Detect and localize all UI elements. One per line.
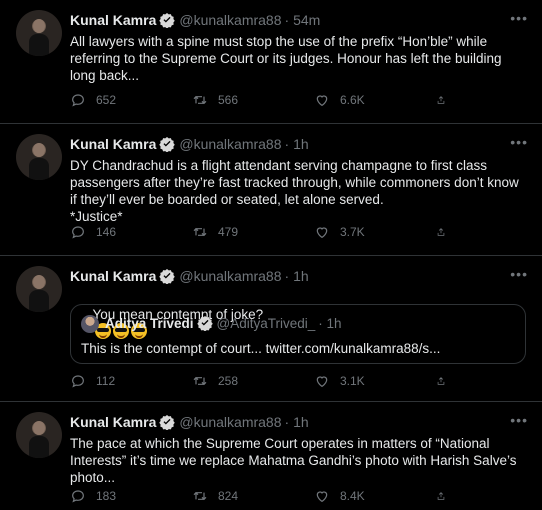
- verified-icon: [159, 268, 176, 284]
- tweet-card[interactable]: Kunal Kamra @kunalkamra88 · 1h ••• DY Ch…: [0, 124, 542, 256]
- retweet-button[interactable]: 824: [192, 488, 314, 504]
- tweet-text: DY Chandrachud is a flight attendant ser…: [70, 158, 519, 224]
- author-handle[interactable]: @kunalkamra88: [179, 414, 281, 430]
- comment-icon: [72, 94, 84, 107]
- retweet-button[interactable]: 479: [192, 224, 314, 240]
- reply-count: 112: [96, 374, 116, 388]
- tweet-time[interactable]: · 54m: [285, 12, 321, 28]
- more-icon[interactable]: •••: [510, 134, 528, 150]
- tweet-time[interactable]: · 1h: [285, 136, 309, 152]
- reply-count: 652: [96, 93, 117, 107]
- more-icon[interactable]: •••: [510, 412, 528, 428]
- share-icon: [437, 492, 445, 500]
- author-name[interactable]: Kunal Kamra: [70, 12, 156, 28]
- share-icon: [437, 228, 445, 236]
- tweet-card[interactable]: Kunal Kamra @kunalkamra88 · 54m ••• All …: [0, 0, 542, 124]
- comment-icon: [72, 490, 84, 503]
- comment-icon: [72, 375, 84, 388]
- reply-count: 146: [96, 225, 117, 239]
- retweet-icon: [193, 376, 207, 386]
- tweet-text: All lawyers with a spine must stop the u…: [70, 34, 502, 83]
- like-icon: [316, 95, 328, 107]
- author-handle[interactable]: @kunalkamra88: [179, 268, 281, 284]
- like-count: 8.4K: [340, 489, 365, 503]
- verified-icon: [159, 136, 176, 152]
- tweet-header: Kunal Kamra @kunalkamra88 · 1h: [70, 268, 309, 284]
- tweet-card[interactable]: Kunal Kamra @kunalkamra88 · 1h ••• You m…: [0, 256, 542, 402]
- like-button[interactable]: 8.4K: [314, 488, 436, 504]
- tweet-actions: 183 824 8.4K: [70, 488, 456, 504]
- tweet-header: Kunal Kamra @kunalkamra88 · 54m: [70, 12, 320, 28]
- tweet-actions: 652 566 6.6K: [70, 92, 456, 108]
- like-count: 3.1K: [340, 374, 365, 388]
- tweet-actions: 112 258 3.1K: [70, 373, 456, 389]
- verified-icon: [159, 12, 176, 28]
- author-handle[interactable]: @kunalkamra88: [179, 136, 281, 152]
- retweet-icon: [193, 227, 207, 237]
- tweet-header: Kunal Kamra @kunalkamra88 · 1h: [70, 136, 309, 152]
- retweet-button[interactable]: 566: [192, 92, 314, 108]
- quoted-time: · 1h: [318, 315, 342, 331]
- quoted-author-name: Aditya Trivedi: [105, 315, 194, 331]
- retweet-count: 258: [218, 374, 239, 388]
- tweet-feed: Kunal Kamra @kunalkamra88 · 54m ••• All …: [0, 0, 542, 510]
- share-icon: [437, 377, 445, 385]
- like-icon: [316, 376, 328, 388]
- share-button[interactable]: [436, 92, 456, 108]
- verified-icon: [159, 414, 176, 430]
- like-button[interactable]: 6.6K: [314, 92, 436, 108]
- like-button[interactable]: 3.7K: [314, 224, 436, 240]
- author-name[interactable]: Kunal Kamra: [70, 268, 156, 284]
- retweet-count: 479: [218, 225, 239, 239]
- verified-icon: [196, 315, 213, 331]
- comment-icon: [72, 226, 84, 239]
- reply-button[interactable]: 112: [70, 373, 192, 389]
- avatar[interactable]: [16, 134, 62, 180]
- like-icon: [316, 491, 328, 503]
- quoted-header: Aditya Trivedi @AdityaTrivedi_ · 1h: [105, 315, 342, 331]
- more-icon[interactable]: •••: [510, 10, 528, 26]
- retweet-count: 824: [218, 489, 239, 503]
- like-icon: [316, 227, 328, 239]
- quoted-avatar: [81, 315, 99, 333]
- reply-button[interactable]: 183: [70, 488, 192, 504]
- tweet-card[interactable]: Kunal Kamra @kunalkamra88 · 1h ••• The p…: [0, 402, 542, 510]
- share-icon: [437, 96, 445, 104]
- quoted-author-handle: @AdityaTrivedi_: [216, 315, 316, 331]
- avatar[interactable]: [16, 10, 62, 56]
- share-button[interactable]: [436, 224, 456, 240]
- author-name[interactable]: Kunal Kamra: [70, 414, 156, 430]
- tweet-text: The pace at which the Supreme Court oper…: [70, 436, 517, 485]
- author-handle[interactable]: @kunalkamra88: [179, 12, 281, 28]
- more-icon[interactable]: •••: [510, 266, 528, 282]
- tweet-actions: 146 479 3.7K: [70, 224, 456, 240]
- tweet-time[interactable]: · 1h: [285, 268, 309, 284]
- share-button[interactable]: [436, 373, 456, 389]
- avatar[interactable]: [16, 412, 62, 458]
- like-count: 6.6K: [340, 93, 365, 107]
- quoted-text: This is the contempt of court... twitter…: [81, 341, 441, 356]
- tweet-header: Kunal Kamra @kunalkamra88 · 1h: [70, 414, 309, 430]
- retweet-button[interactable]: 258: [192, 373, 314, 389]
- retweet-icon: [193, 95, 207, 105]
- avatar[interactable]: [16, 266, 62, 312]
- reply-button[interactable]: 146: [70, 224, 192, 240]
- retweet-count: 566: [218, 93, 239, 107]
- author-name[interactable]: Kunal Kamra: [70, 136, 156, 152]
- quoted-tweet[interactable]: Aditya Trivedi @AdityaTrivedi_ · 1h This…: [70, 304, 526, 364]
- reply-button[interactable]: 652: [70, 92, 192, 108]
- like-count: 3.7K: [340, 225, 365, 239]
- share-button[interactable]: [436, 488, 456, 504]
- tweet-time[interactable]: · 1h: [285, 414, 309, 430]
- retweet-icon: [193, 491, 207, 501]
- reply-count: 183: [96, 489, 117, 503]
- like-button[interactable]: 3.1K: [314, 373, 436, 389]
